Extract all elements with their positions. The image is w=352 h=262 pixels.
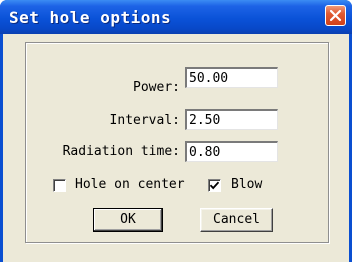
hole-on-center-checkbox[interactable]	[53, 179, 66, 192]
ok-button[interactable]: OK	[93, 208, 163, 232]
interval-label: Interval:	[109, 113, 180, 128]
dialog-body: Power: Interval: Radiation time: Hole on…	[3, 34, 349, 262]
title-bar[interactable]: Set hole options	[0, 0, 352, 34]
options-group	[25, 42, 329, 243]
radiation-time-label: Radiation time:	[62, 144, 180, 159]
checkmark-icon	[210, 181, 219, 190]
radiation-time-field[interactable]	[185, 141, 278, 162]
hole-on-center-label[interactable]: Hole on center	[75, 177, 185, 192]
power-field[interactable]	[185, 67, 278, 88]
dialog-title: Set hole options	[9, 8, 172, 27]
dialog-window: Set hole options Power: Interval: Radiat…	[0, 0, 352, 262]
power-label: Power:	[133, 80, 180, 95]
interval-field[interactable]	[185, 109, 278, 130]
cancel-button[interactable]: Cancel	[200, 208, 273, 232]
close-icon	[329, 9, 342, 22]
close-button[interactable]	[325, 5, 346, 26]
blow-checkbox[interactable]	[208, 179, 221, 192]
blow-label[interactable]: Blow	[231, 177, 262, 192]
